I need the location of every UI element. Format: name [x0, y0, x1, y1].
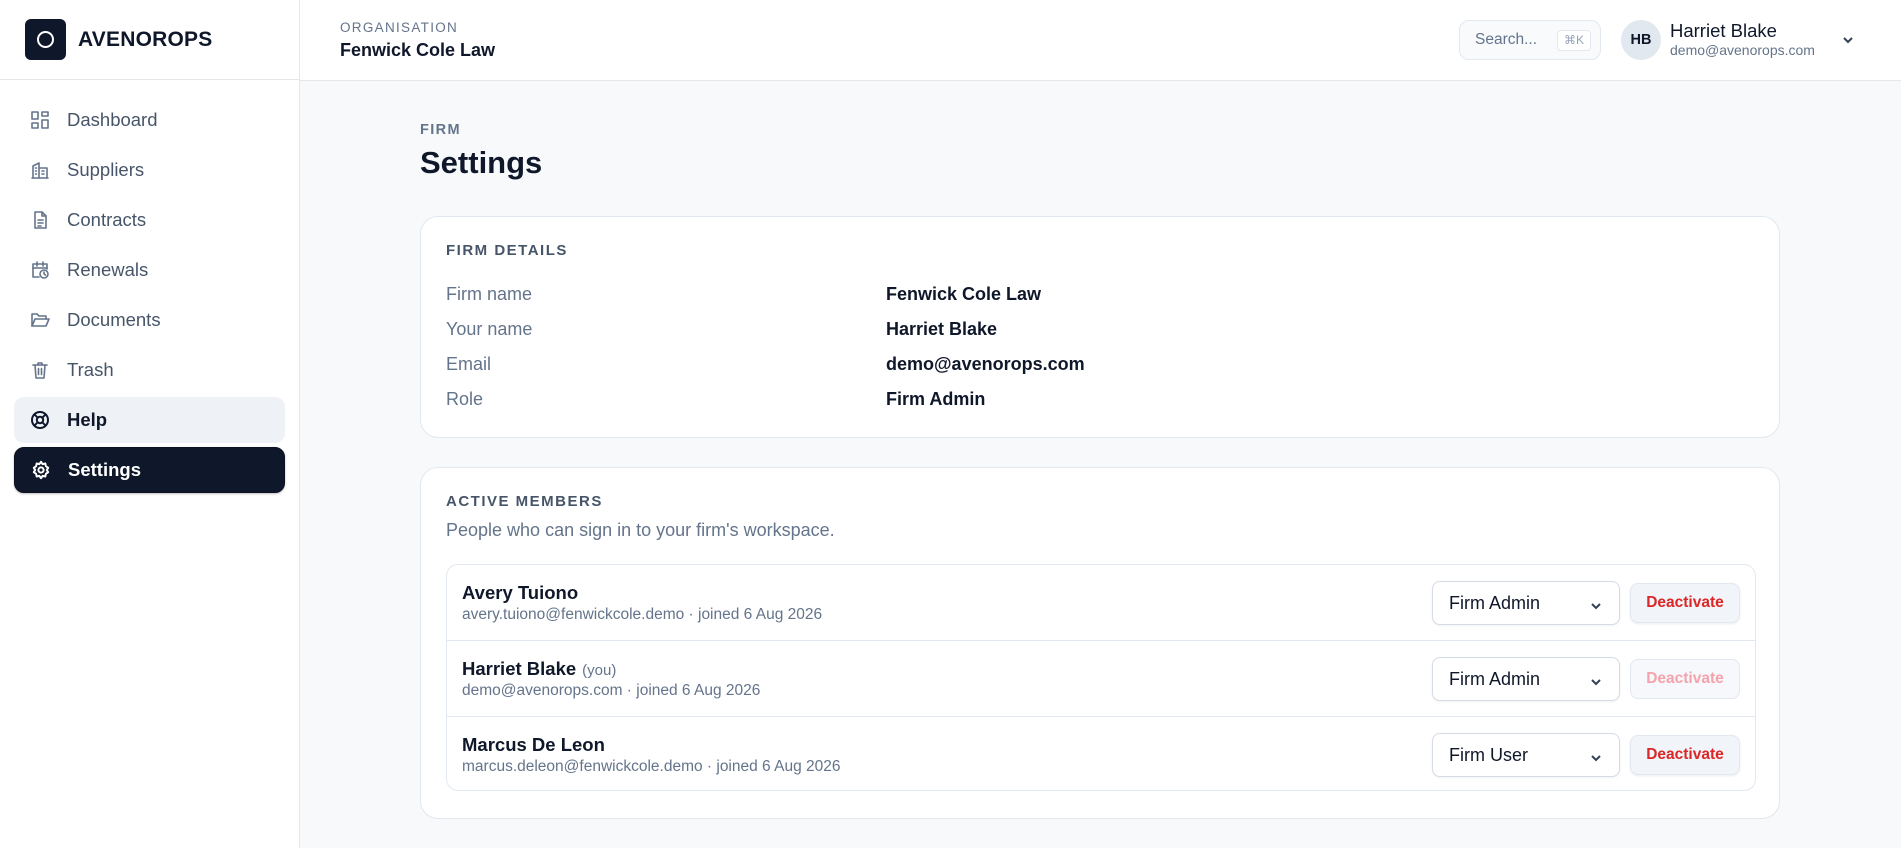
deactivate-button-disabled: Deactivate [1630, 659, 1740, 699]
sidebar-item-label: Help [67, 409, 108, 430]
sidebar-item-suppliers[interactable]: Suppliers [14, 147, 285, 193]
detail-value: Firm Admin [886, 389, 986, 409]
member-meta: avery.tuiono@fenwickcole.demo · joined 6… [462, 606, 823, 623]
chevron-down-icon [1589, 749, 1603, 763]
brand[interactable]: AVENOROPS [0, 0, 299, 80]
user-email: demo@avenorops.com [1670, 42, 1815, 58]
sidebar-item-contracts[interactable]: Contracts [14, 197, 285, 243]
sidebar-item-dashboard[interactable]: Dashboard [14, 97, 285, 143]
chevron-down-icon [1589, 597, 1603, 611]
sidebar-item-label: Settings [68, 459, 141, 480]
deactivate-button[interactable]: Deactivate [1630, 735, 1740, 775]
search-button[interactable]: Search... ⌘K [1459, 20, 1601, 60]
member-name: Marcus De Leon [462, 734, 605, 756]
chevron-down-icon[interactable] [1841, 33, 1855, 47]
member-name: Harriet Blake (you) [462, 658, 616, 680]
user-name[interactable]: Harriet Blake [1670, 20, 1777, 42]
sidebar-item-label: Contracts [67, 209, 147, 230]
top-header: ORGANISATION Fenwick Cole Law Search... … [300, 0, 1901, 81]
role-select-value: Firm Admin [1449, 592, 1541, 613]
detail-row-your-name: Your name Harriet Blake [446, 319, 1754, 349]
trash-icon [30, 360, 50, 380]
sidebar-item-settings[interactable]: Settings [14, 447, 285, 493]
folder-open-icon [30, 310, 50, 330]
role-select[interactable]: Firm User [1432, 733, 1620, 777]
role-select[interactable]: Firm Admin [1432, 657, 1620, 701]
brand-name: AVENOROPS [78, 27, 213, 51]
chevron-down-icon [1589, 673, 1603, 687]
sidebar-item-label: Documents [67, 309, 161, 330]
detail-value: demo@avenorops.com [886, 354, 1085, 374]
lifebuoy-icon [30, 410, 50, 430]
sidebar-item-label: Renewals [67, 259, 149, 280]
firm-details-card: FIRM DETAILS Firm name Fenwick Cole Law … [420, 216, 1780, 438]
sidebar-item-documents[interactable]: Documents [14, 297, 285, 343]
dashboard-icon [30, 110, 50, 130]
detail-row-role: Role Firm Admin [446, 389, 1754, 419]
detail-label: Your name [446, 319, 533, 339]
members-list: Avery Tuiono avery.tuiono@fenwickcole.de… [446, 564, 1756, 791]
brand-logo-icon [25, 19, 66, 60]
role-select-value: Firm Admin [1449, 668, 1541, 689]
sidebar-item-help[interactable]: Help [14, 397, 285, 443]
active-members-card: ACTIVE MEMBERS People who can sign in to… [420, 467, 1780, 819]
avatar[interactable]: HB [1621, 20, 1661, 60]
member-row: Harriet Blake (you) demo@avenorops.com · … [447, 641, 1755, 717]
gear-icon [31, 460, 51, 480]
member-row: Marcus De Leon marcus.deleon@fenwickcole… [447, 717, 1755, 790]
you-tag: (you) [582, 662, 617, 679]
role-select-value: Firm User [1449, 744, 1528, 765]
firm-details-title: FIRM DETAILS [446, 242, 568, 259]
detail-label: Role [446, 389, 484, 409]
active-members-title: ACTIVE MEMBERS [446, 493, 603, 510]
active-members-subtitle: People who can sign in to your firm's wo… [446, 520, 835, 540]
document-icon [30, 210, 50, 230]
detail-value: Harriet Blake [886, 319, 998, 339]
member-row: Avery Tuiono avery.tuiono@fenwickcole.de… [447, 565, 1755, 641]
sidebar-item-trash[interactable]: Trash [14, 347, 285, 393]
search-placeholder: Search... [1475, 31, 1538, 48]
detail-row-firm-name: Firm name Fenwick Cole Law [446, 284, 1754, 314]
calendar-clock-icon [30, 260, 50, 280]
role-select[interactable]: Firm Admin [1432, 581, 1620, 625]
building-icon [30, 160, 50, 180]
detail-row-email: Email demo@avenorops.com [446, 354, 1754, 384]
detail-label: Email [446, 354, 492, 374]
page-eyebrow: FIRM [420, 122, 462, 138]
organisation-label: ORGANISATION [340, 20, 459, 35]
sidebar-nav: Dashboard Suppliers Contracts Renewals D… [0, 80, 299, 493]
sidebar-item-label: Trash [67, 359, 114, 380]
detail-label: Firm name [446, 284, 533, 304]
page-title: Settings [420, 145, 543, 180]
member-name-text: Avery Tuiono [462, 582, 579, 603]
search-shortcut-badge: ⌘K [1556, 30, 1591, 51]
member-name-text: Marcus De Leon [462, 734, 605, 755]
sidebar-item-label: Dashboard [67, 109, 158, 130]
member-meta: demo@avenorops.com · joined 6 Aug 2026 [462, 682, 761, 699]
sidebar-item-renewals[interactable]: Renewals [14, 247, 285, 293]
sidebar-item-label: Suppliers [67, 159, 145, 180]
detail-value: Fenwick Cole Law [886, 284, 1042, 304]
member-name: Avery Tuiono [462, 582, 578, 604]
member-name-text: Harriet Blake [462, 658, 577, 679]
deactivate-button[interactable]: Deactivate [1630, 583, 1740, 623]
member-meta: marcus.deleon@fenwickcole.demo · joined … [462, 758, 841, 775]
organisation-name[interactable]: Fenwick Cole Law [340, 40, 495, 61]
sidebar: AVENOROPS Dashboard Suppliers Contracts … [0, 0, 300, 848]
